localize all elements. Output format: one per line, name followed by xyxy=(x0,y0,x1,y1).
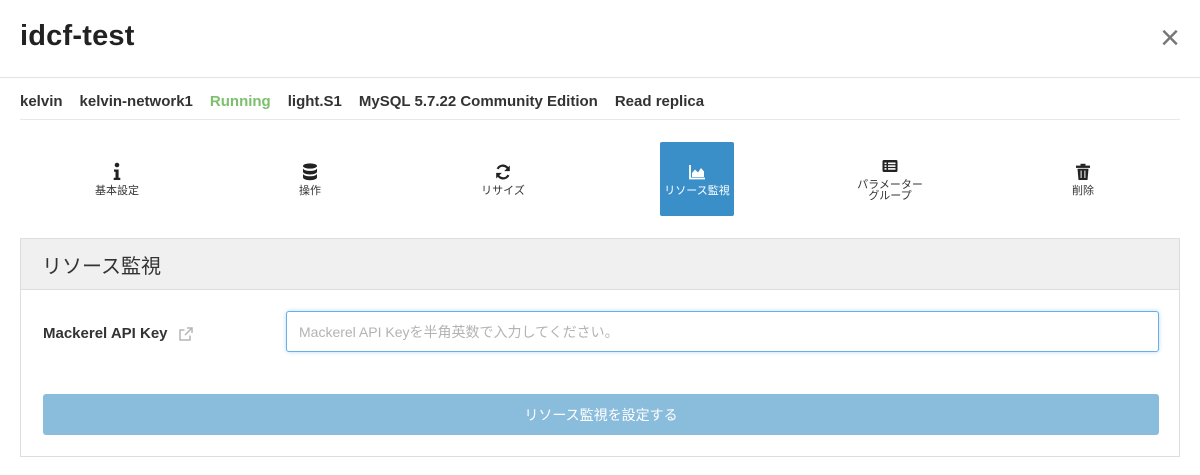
api-key-input[interactable] xyxy=(286,311,1159,352)
modal-header: idcf-test × xyxy=(0,0,1200,78)
menu-label-parameter-group: パラメーター グループ xyxy=(857,179,923,202)
api-key-label: Mackerel API Key xyxy=(43,325,168,342)
status-badge: Running xyxy=(209,93,271,110)
instance-role: Read replica xyxy=(614,93,705,110)
modal-title: idcf-test xyxy=(20,20,135,52)
menu-item-parameter-group[interactable]: パラメーター グループ xyxy=(853,142,927,216)
menu-item-operations[interactable]: 操作 xyxy=(273,142,347,216)
menu-label-operations: 操作 xyxy=(299,184,321,197)
external-link-icon[interactable] xyxy=(178,326,194,342)
action-menu: 基本設定 操作 リサイズ リソース監視 パラメーター グループ 削除 xyxy=(20,142,1180,218)
menu-label-basic-settings: 基本設定 xyxy=(95,184,139,197)
panel-heading: リソース監視 xyxy=(21,239,1179,290)
instance-plan: light.S1 xyxy=(287,93,342,110)
area-chart-icon xyxy=(687,162,707,182)
menu-item-delete[interactable]: 削除 xyxy=(1046,142,1120,216)
refresh-icon xyxy=(493,162,513,182)
menu-item-resize[interactable]: リサイズ xyxy=(466,142,540,216)
list-icon xyxy=(880,156,900,176)
trash-icon xyxy=(1073,162,1093,182)
resource-monitor-panel: リソース監視 Mackerel API Key リソース監視を設定する xyxy=(20,238,1180,457)
instance-network: kelvin-network1 xyxy=(79,93,193,110)
instance-engine: MySQL 5.7.22 Community Edition xyxy=(358,93,598,110)
menu-label-resource-monitoring: リソース監視 xyxy=(664,184,730,197)
close-icon[interactable]: × xyxy=(1154,20,1186,56)
set-resource-monitoring-button[interactable]: リソース監視を設定する xyxy=(43,394,1159,435)
menu-item-resource-monitoring[interactable]: リソース監視 xyxy=(660,142,734,216)
database-icon xyxy=(300,162,320,182)
instance-info-bar: kelvin kelvin-network1 Running light.S1 … xyxy=(20,88,1180,120)
info-icon xyxy=(107,162,127,182)
api-key-label-group: Mackerel API Key xyxy=(43,325,194,342)
menu-label-delete: 削除 xyxy=(1072,184,1094,197)
instance-user: kelvin xyxy=(20,93,63,110)
menu-label-resize: リサイズ xyxy=(481,184,525,197)
menu-item-basic-settings[interactable]: 基本設定 xyxy=(80,142,154,216)
